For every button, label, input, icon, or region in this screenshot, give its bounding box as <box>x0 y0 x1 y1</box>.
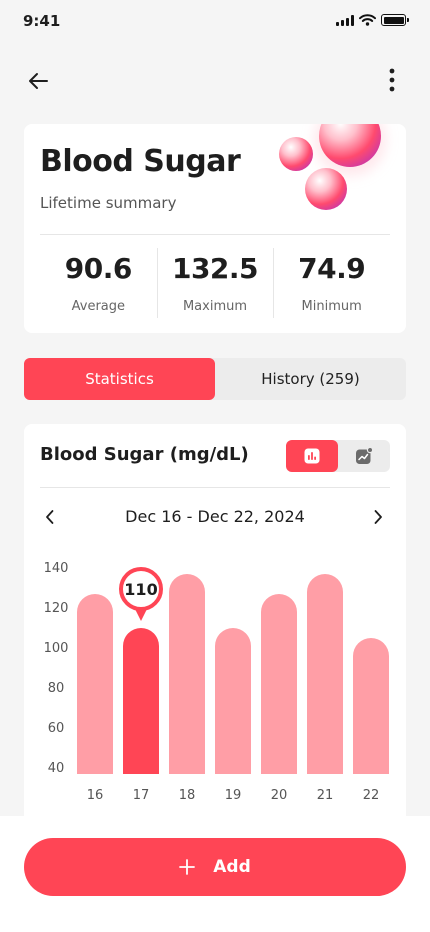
chart-bar-highlighted[interactable] <box>123 628 159 774</box>
status-bar: 9:41 <box>0 0 430 44</box>
x-tick-label: 19 <box>225 788 242 803</box>
x-tick-label: 21 <box>317 788 334 803</box>
x-tick-label: 18 <box>179 788 196 803</box>
more-vertical-icon <box>389 68 395 92</box>
y-tick-label: 100 <box>44 641 69 656</box>
view-tabs: Statistics History (259) <box>24 358 406 400</box>
add-button[interactable]: Add <box>24 838 406 896</box>
tab-statistics[interactable]: Statistics <box>24 358 215 400</box>
chart-bar[interactable] <box>215 628 251 774</box>
chart-bar[interactable] <box>261 594 297 774</box>
chart-card: Blood Sugar (mg/dL) Dec 16 - Dec 22, 202… <box>24 424 406 844</box>
y-tick-label: 140 <box>44 561 69 576</box>
tab-history[interactable]: History (259) <box>215 358 406 400</box>
value-callout-label: 110 <box>124 580 157 599</box>
page-title: Blood Sugar <box>40 144 241 179</box>
blood-sugar-screen: 9:41 Blood Sugar Lifetime summary 90.6 A… <box>0 0 430 932</box>
x-tick-label: 22 <box>363 788 380 803</box>
y-tick-label: 80 <box>48 681 65 696</box>
y-tick-label: 60 <box>48 721 65 736</box>
x-tick-label: 16 <box>87 788 104 803</box>
stat-value: 74.9 <box>298 252 366 285</box>
more-options-button[interactable] <box>380 66 404 96</box>
arrow-left-icon <box>29 73 48 89</box>
x-tick-label: 20 <box>271 788 288 803</box>
stat-value: 132.5 <box>171 252 259 285</box>
stat-label: Average <box>71 299 126 314</box>
stat-average: 90.6 Average <box>40 244 157 322</box>
chart-bar[interactable] <box>307 574 343 774</box>
bubbles-illustration <box>279 124 386 210</box>
battery-icon <box>381 14 409 26</box>
status-icons <box>336 14 409 26</box>
stat-label: Maximum <box>182 299 248 314</box>
stats-row: 90.6 Average 132.5 Maximum 74.9 Minimum <box>40 244 390 322</box>
x-tick-label: 17 <box>133 788 150 803</box>
y-tick-label: 40 <box>48 761 65 776</box>
cellular-signal-icon <box>336 14 354 26</box>
chart-bar[interactable] <box>77 594 113 774</box>
stat-minimum: 74.9 Minimum <box>273 244 390 322</box>
add-button-label: Add <box>213 857 251 877</box>
stat-value: 90.6 <box>64 252 133 285</box>
y-tick-label: 120 <box>44 601 69 616</box>
back-button[interactable] <box>24 66 54 96</box>
stat-label: Minimum <box>301 299 362 314</box>
chart-bar[interactable] <box>169 574 205 774</box>
bottom-bar: Add <box>0 816 430 932</box>
chart-bar[interactable] <box>353 638 389 774</box>
blood-sugar-bar-chart: 140 120 100 80 60 40 16 17 110 18 19 20 21 22 <box>44 561 389 803</box>
summary-subtitle: Lifetime summary <box>40 194 177 212</box>
summary-divider <box>40 234 390 235</box>
status-time: 9:41 <box>23 12 61 30</box>
plus-icon <box>179 859 196 875</box>
stat-maximum: 132.5 Maximum <box>156 244 274 322</box>
wifi-icon <box>359 14 376 26</box>
summary-card: Blood Sugar Lifetime summary 90.6 Averag… <box>24 124 406 333</box>
